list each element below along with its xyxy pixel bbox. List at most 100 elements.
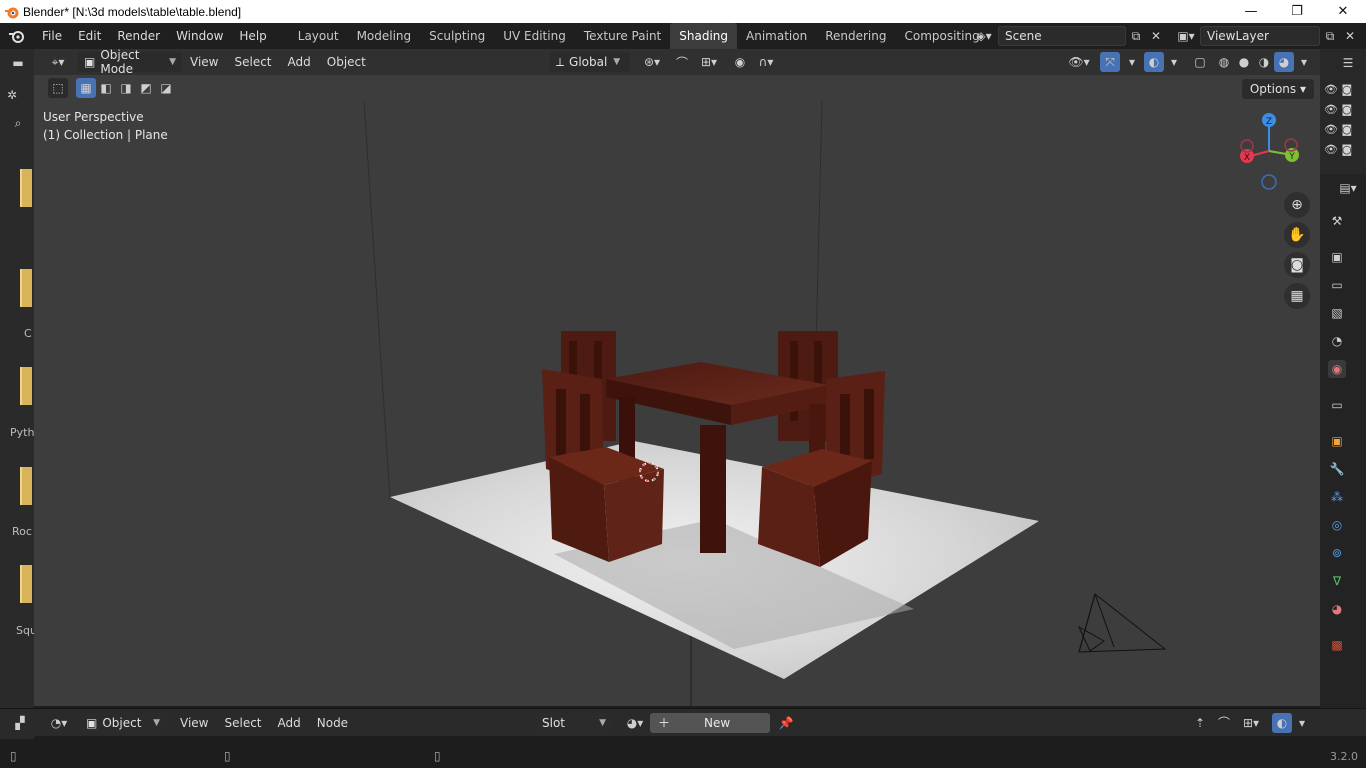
overlay-toggle-icon[interactable]: ◐ [1144, 52, 1164, 72]
tab-animation[interactable]: Animation [737, 23, 816, 49]
checker-icon[interactable]: ▩ [1328, 636, 1346, 654]
chevron-down-icon[interactable]: ▾ [1122, 52, 1142, 72]
asset-thumbnail[interactable] [20, 565, 32, 603]
particles-icon[interactable]: ⁂ [1328, 488, 1346, 506]
shader-editor-type-icon[interactable]: ◔▾ [44, 713, 74, 733]
minimize-button[interactable]: — [1228, 0, 1274, 23]
falloff-icon[interactable]: ∩▾ [752, 52, 780, 72]
world-icon[interactable]: ◉ [1328, 360, 1346, 378]
proportional-edit-icon[interactable]: ◉ [730, 52, 750, 72]
properties-editor-icon[interactable]: ▤▾ [1338, 178, 1358, 198]
asset-thumbnail[interactable] [20, 367, 32, 405]
tab-rendering[interactable]: Rendering [816, 23, 895, 49]
viewport-menu-view[interactable]: View [182, 55, 226, 69]
viewlayer-remove-icon[interactable]: ✕ [1340, 26, 1360, 46]
material-browse-icon[interactable]: ◕▾ [620, 713, 650, 733]
shader-menu-view[interactable]: View [172, 716, 216, 730]
search-icon[interactable]: ⌕ [8, 113, 28, 133]
scene-remove-icon[interactable]: ✕ [1146, 26, 1166, 46]
material-shading-icon[interactable]: ◑ [1254, 52, 1274, 72]
outliner-editor-icon[interactable]: ☰ [1338, 53, 1358, 73]
snap-icon[interactable]: ⌒ [1214, 713, 1234, 733]
rendered-shading-icon[interactable]: ◕ [1274, 52, 1294, 72]
snap-target-icon[interactable]: ⊞▾ [694, 52, 724, 72]
blender-menu-icon[interactable] [0, 29, 34, 43]
maximize-button[interactable]: ❐ [1274, 0, 1320, 23]
asset-thumbnail[interactable] [20, 269, 32, 307]
parent-node-icon[interactable]: ⇡ [1190, 713, 1210, 733]
snap-icon[interactable]: ⌒ [672, 52, 692, 72]
data-icon[interactable]: ∇ [1328, 572, 1346, 590]
tab-sculpting[interactable]: Sculpting [420, 23, 494, 49]
wireframe-shading-icon[interactable]: ◍ [1214, 52, 1234, 72]
menu-edit[interactable]: Edit [70, 23, 109, 49]
tab-texture-paint[interactable]: Texture Paint [575, 23, 670, 49]
collection-icon[interactable]: ▭ [1328, 396, 1346, 414]
shader-menu-select[interactable]: Select [216, 716, 269, 730]
viewlayer-name-field[interactable]: ViewLayer [1200, 26, 1320, 46]
shader-menu-node[interactable]: Node [309, 716, 356, 730]
3d-viewport[interactable]: ⌖▾ ▣ Object Mode ▼ View Select Add Objec… [34, 49, 1320, 706]
new-material-button[interactable]: ＋ New [650, 712, 770, 733]
slot-dropdown[interactable]: Slot ▼ [536, 712, 612, 733]
menu-file[interactable]: File [34, 23, 70, 49]
settings-small-icon[interactable]: ✲ [2, 85, 22, 105]
select-tool-icon[interactable]: ⬚ [48, 78, 68, 98]
tab-shading[interactable]: Shading [670, 23, 737, 49]
zoom-icon[interactable]: ⊕ [1284, 192, 1310, 218]
close-button[interactable]: ✕ [1320, 0, 1366, 23]
shader-menu-add[interactable]: Add [270, 716, 309, 730]
chevron-down-icon[interactable]: ▾ [1294, 52, 1314, 72]
asset-thumbnail[interactable] [20, 169, 32, 207]
object-icon[interactable]: ▣ [1328, 432, 1346, 450]
constraints-icon[interactable]: ⊚ [1328, 544, 1346, 562]
solid-shading-icon[interactable]: ● [1234, 52, 1254, 72]
snap-mode-icon[interactable]: ⊞▾ [1236, 713, 1266, 733]
shader-object-dropdown[interactable]: ▣ Object ▼ [80, 712, 166, 733]
overlay-toggle-icon[interactable]: ◐ [1272, 712, 1292, 733]
scene-copy-icon[interactable]: ⧉ [1126, 26, 1146, 46]
wrench-icon[interactable]: 🔧 [1328, 460, 1346, 478]
pivot-icon[interactable]: ⊛▾ [638, 52, 666, 72]
select-new-icon[interactable]: ▦ [76, 78, 96, 98]
xray-icon[interactable]: ▢ [1190, 52, 1210, 72]
scene-icon[interactable]: ◈▾ [970, 26, 998, 46]
viewport-menu-object[interactable]: Object [319, 55, 374, 69]
editor-type-icon[interactable]: ⌖▾ [38, 52, 78, 72]
tab-uv-editing[interactable]: UV Editing [494, 23, 575, 49]
navigation-gizmo[interactable]: Z X Y [1234, 109, 1304, 193]
select-subtract-icon[interactable]: ◨ [116, 78, 136, 98]
orientation-dropdown[interactable]: ⟂ Global ▼ [550, 52, 630, 72]
chevron-down-icon[interactable]: ▾ [1164, 52, 1184, 72]
select-invert-icon[interactable]: ◩ [136, 78, 156, 98]
viewport-menu-add[interactable]: Add [280, 55, 319, 69]
editor-left-icon[interactable]: ▞ [10, 713, 30, 733]
camera-view-icon[interactable]: ◙ [1284, 252, 1310, 278]
viewlayer-icon[interactable]: ▣▾ [1172, 26, 1200, 46]
gizmo-toggle-icon[interactable]: ⤧ [1100, 52, 1120, 72]
grid-icon[interactable]: ▦ [1284, 283, 1310, 309]
chevron-down-icon[interactable]: ▾ [1292, 713, 1312, 733]
menu-window[interactable]: Window [168, 23, 231, 49]
menu-help[interactable]: Help [231, 23, 274, 49]
mode-dropdown[interactable]: ▣ Object Mode ▼ [78, 49, 182, 76]
viewlayer-copy-icon[interactable]: ⧉ [1320, 26, 1340, 46]
scene-name-field[interactable]: Scene [998, 26, 1126, 46]
material-icon[interactable]: ◕ [1328, 600, 1346, 618]
physics-icon[interactable]: ◎ [1328, 516, 1346, 534]
select-extend-icon[interactable]: ◧ [96, 78, 116, 98]
select-intersect-icon[interactable]: ◪ [156, 78, 176, 98]
output-icon[interactable]: ▭ [1328, 276, 1346, 294]
eye-icon[interactable]: 👁▾ [1064, 52, 1094, 72]
menu-render[interactable]: Render [109, 23, 168, 49]
render-icon[interactable]: ▣ [1328, 248, 1346, 266]
scene-icon[interactable]: ◔ [1328, 332, 1346, 350]
pin-icon[interactable]: 📌 [776, 713, 796, 733]
tool-settings-icon[interactable]: ⚒ [1328, 212, 1346, 230]
view-layer-icon[interactable]: ▧ [1328, 304, 1346, 322]
viewport-menu-select[interactable]: Select [226, 55, 279, 69]
folder-icon[interactable]: ▬ [8, 53, 28, 73]
asset-thumbnail[interactable] [20, 467, 32, 505]
tab-modeling[interactable]: Modeling [348, 23, 421, 49]
hand-icon[interactable]: ✋ [1284, 222, 1310, 248]
